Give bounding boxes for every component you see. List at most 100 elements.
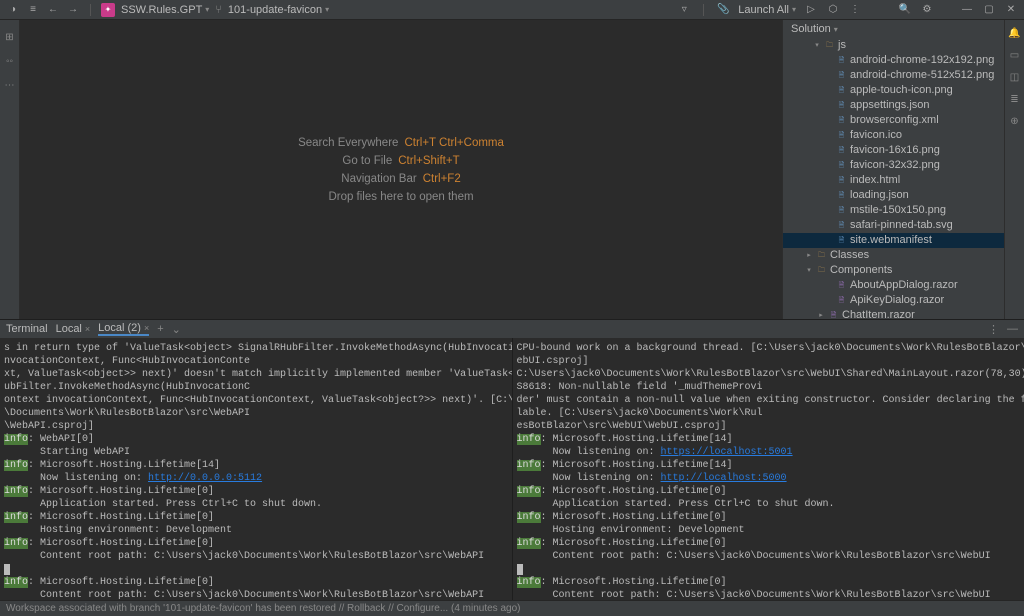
tree-item[interactable]: 🗎safari-pinned-tab.svg [783, 218, 1004, 233]
folder-icon: 🗀 [816, 250, 827, 261]
tree-item[interactable]: ▾🗀js [783, 38, 1004, 53]
terminal-add-tab[interactable]: + [157, 323, 163, 335]
expand-icon[interactable] [825, 222, 833, 230]
file-icon: 🗎 [836, 145, 847, 156]
razor-icon: 🗎 [836, 295, 847, 306]
file-icon: 🗎 [836, 235, 847, 246]
expand-icon[interactable] [825, 207, 833, 215]
tree-item[interactable]: 🗎loading.json [783, 188, 1004, 203]
bookmarks-icon[interactable]: ◦◦ [3, 54, 17, 68]
tree-item[interactable]: 🗎mstile-150x150.png [783, 203, 1004, 218]
expand-icon[interactable] [825, 117, 833, 125]
expand-icon[interactable] [825, 177, 833, 185]
tree-item[interactable]: 🗎browserconfig.xml [783, 113, 1004, 128]
filter-icon[interactable]: ▿ [677, 3, 691, 17]
file-name: favicon.ico [850, 128, 902, 143]
expand-icon[interactable] [825, 102, 833, 110]
expand-icon[interactable]: ▸ [805, 252, 813, 260]
editor-hint: Drop files here to open them [328, 191, 473, 203]
hint-shortcut: Ctrl+T Ctrl+Comma [404, 137, 503, 149]
run-config[interactable]: Launch All ▾ [738, 4, 796, 16]
tree-item[interactable]: 🗎AboutAppDialog.razor [783, 278, 1004, 293]
attach-icon[interactable]: 📎 [716, 3, 730, 17]
expand-icon[interactable]: ▾ [813, 42, 821, 50]
expand-icon[interactable] [825, 87, 833, 95]
back-icon[interactable]: ← [46, 3, 60, 17]
solution-panel: Solution ▾ ▾🗀js🗎android-chrome-192x192.p… [782, 20, 1004, 319]
close-icon[interactable]: ✕ [1004, 3, 1018, 17]
minimize-icon[interactable]: — [960, 3, 974, 17]
right-tool-rail: 🔔 ▭ ◫ ≣ ⊕ [1004, 20, 1024, 319]
file-icon: 🗎 [836, 70, 847, 81]
expand-icon[interactable] [825, 147, 833, 155]
terminal-output-left[interactable]: s in return type of 'ValueTask<object> S… [0, 338, 513, 600]
maximize-icon[interactable]: ▢ [982, 3, 996, 17]
notifications-icon[interactable]: 🔔 [1008, 26, 1022, 40]
hint-label: Drop files here to open them [328, 191, 473, 203]
expand-icon[interactable] [825, 162, 833, 170]
tree-item[interactable]: 🗎apple-touch-icon.png [783, 83, 1004, 98]
tree-item[interactable]: ▸🗎ChatItem.razor [783, 308, 1004, 319]
hint-label: Search Everywhere [298, 137, 398, 149]
editor-hint: Search Everywhere Ctrl+T Ctrl+Comma [298, 137, 504, 149]
terminal-options-icon[interactable]: ⋮ [988, 323, 999, 336]
status-bar: Workspace associated with branch '101-up… [0, 600, 1024, 616]
layers-icon[interactable]: ◫ [1008, 70, 1022, 84]
settings-icon[interactable]: ⚙ [920, 3, 934, 17]
solution-name[interactable]: SSW.Rules.GPT ▾ [121, 4, 209, 16]
file-icon: 🗎 [836, 190, 847, 201]
search-icon[interactable]: 🔍 [898, 3, 912, 17]
expand-icon[interactable] [825, 72, 833, 80]
tree-item[interactable]: 🗎ApiKeyDialog.razor [783, 293, 1004, 308]
tree-item[interactable]: 🗎site.webmanifest [783, 233, 1004, 248]
expand-icon[interactable]: ▾ [805, 267, 813, 275]
hint-label: Navigation Bar [341, 173, 416, 185]
hint-shortcut: Ctrl+Shift+T [398, 155, 459, 167]
more-left-icon[interactable]: ⋯ [3, 78, 17, 92]
expand-icon[interactable] [825, 297, 833, 305]
more-icon[interactable]: ⋮ [848, 3, 862, 17]
terminal-tab-local[interactable]: Local × [56, 323, 91, 335]
left-tool-rail: ⊞ ◦◦ ⋯ [0, 20, 20, 319]
expand-icon[interactable] [825, 192, 833, 200]
solution-header[interactable]: Solution ▾ [783, 20, 1004, 38]
debug-icon[interactable]: ⬡ [826, 3, 840, 17]
tree-item[interactable]: 🗎android-chrome-192x192.png [783, 53, 1004, 68]
branch-icon: ⑂ [215, 4, 222, 16]
db-icon[interactable]: ≣ [1008, 92, 1022, 106]
terminal-tab-dropdown[interactable]: ⌄ [172, 323, 181, 336]
expand-icon[interactable] [825, 282, 833, 290]
razor-icon: 🗎 [828, 310, 839, 319]
file-name: favicon-16x16.png [850, 143, 940, 158]
file-name: Classes [830, 248, 869, 263]
hint-label: Go to File [342, 155, 392, 167]
expand-icon[interactable] [825, 57, 833, 65]
menu-icon[interactable]: ≡ [26, 3, 40, 17]
expand-icon[interactable] [825, 237, 833, 245]
editor-placeholder: Search Everywhere Ctrl+T Ctrl+Comma Go to … [20, 20, 782, 319]
tree-item[interactable]: 🗎favicon-32x32.png [783, 158, 1004, 173]
forward-icon[interactable]: → [66, 3, 80, 17]
file-name: android-chrome-512x512.png [850, 68, 994, 83]
git-icon[interactable]: ⊕ [1008, 114, 1022, 128]
branch-name[interactable]: 101-update-favicon ▾ [228, 4, 329, 16]
terminal-hide-icon[interactable]: — [1007, 323, 1018, 335]
structure-icon[interactable]: ⊞ [3, 30, 17, 44]
terminal-tabs: Terminal Local × Local (2) × + ⌄ ⋮ — [0, 320, 1024, 338]
expand-icon[interactable] [825, 132, 833, 140]
tree-item[interactable]: 🗎index.html [783, 173, 1004, 188]
terminal-tab-main[interactable]: Terminal [6, 323, 48, 335]
file-icon: 🗎 [836, 205, 847, 216]
tree-item[interactable]: 🗎appsettings.json [783, 98, 1004, 113]
tree-item[interactable]: ▾🗀Components [783, 263, 1004, 278]
tree-item[interactable]: 🗎favicon-16x16.png [783, 143, 1004, 158]
expand-icon[interactable]: ▸ [817, 312, 825, 320]
tree-item[interactable]: 🗎favicon.ico [783, 128, 1004, 143]
folder-icon[interactable]: ▭ [1008, 48, 1022, 62]
tree-item[interactable]: 🗎android-chrome-512x512.png [783, 68, 1004, 83]
tree-item[interactable]: ▸🗀Classes [783, 248, 1004, 263]
terminal-output-right[interactable]: CPU-bound work on a background thread. [… [513, 338, 1024, 600]
solution-tree[interactable]: ▾🗀js🗎android-chrome-192x192.png🗎android-… [783, 38, 1004, 319]
run-icon[interactable]: ▷ [804, 3, 818, 17]
terminal-tab-local2[interactable]: Local (2) × [98, 322, 149, 336]
